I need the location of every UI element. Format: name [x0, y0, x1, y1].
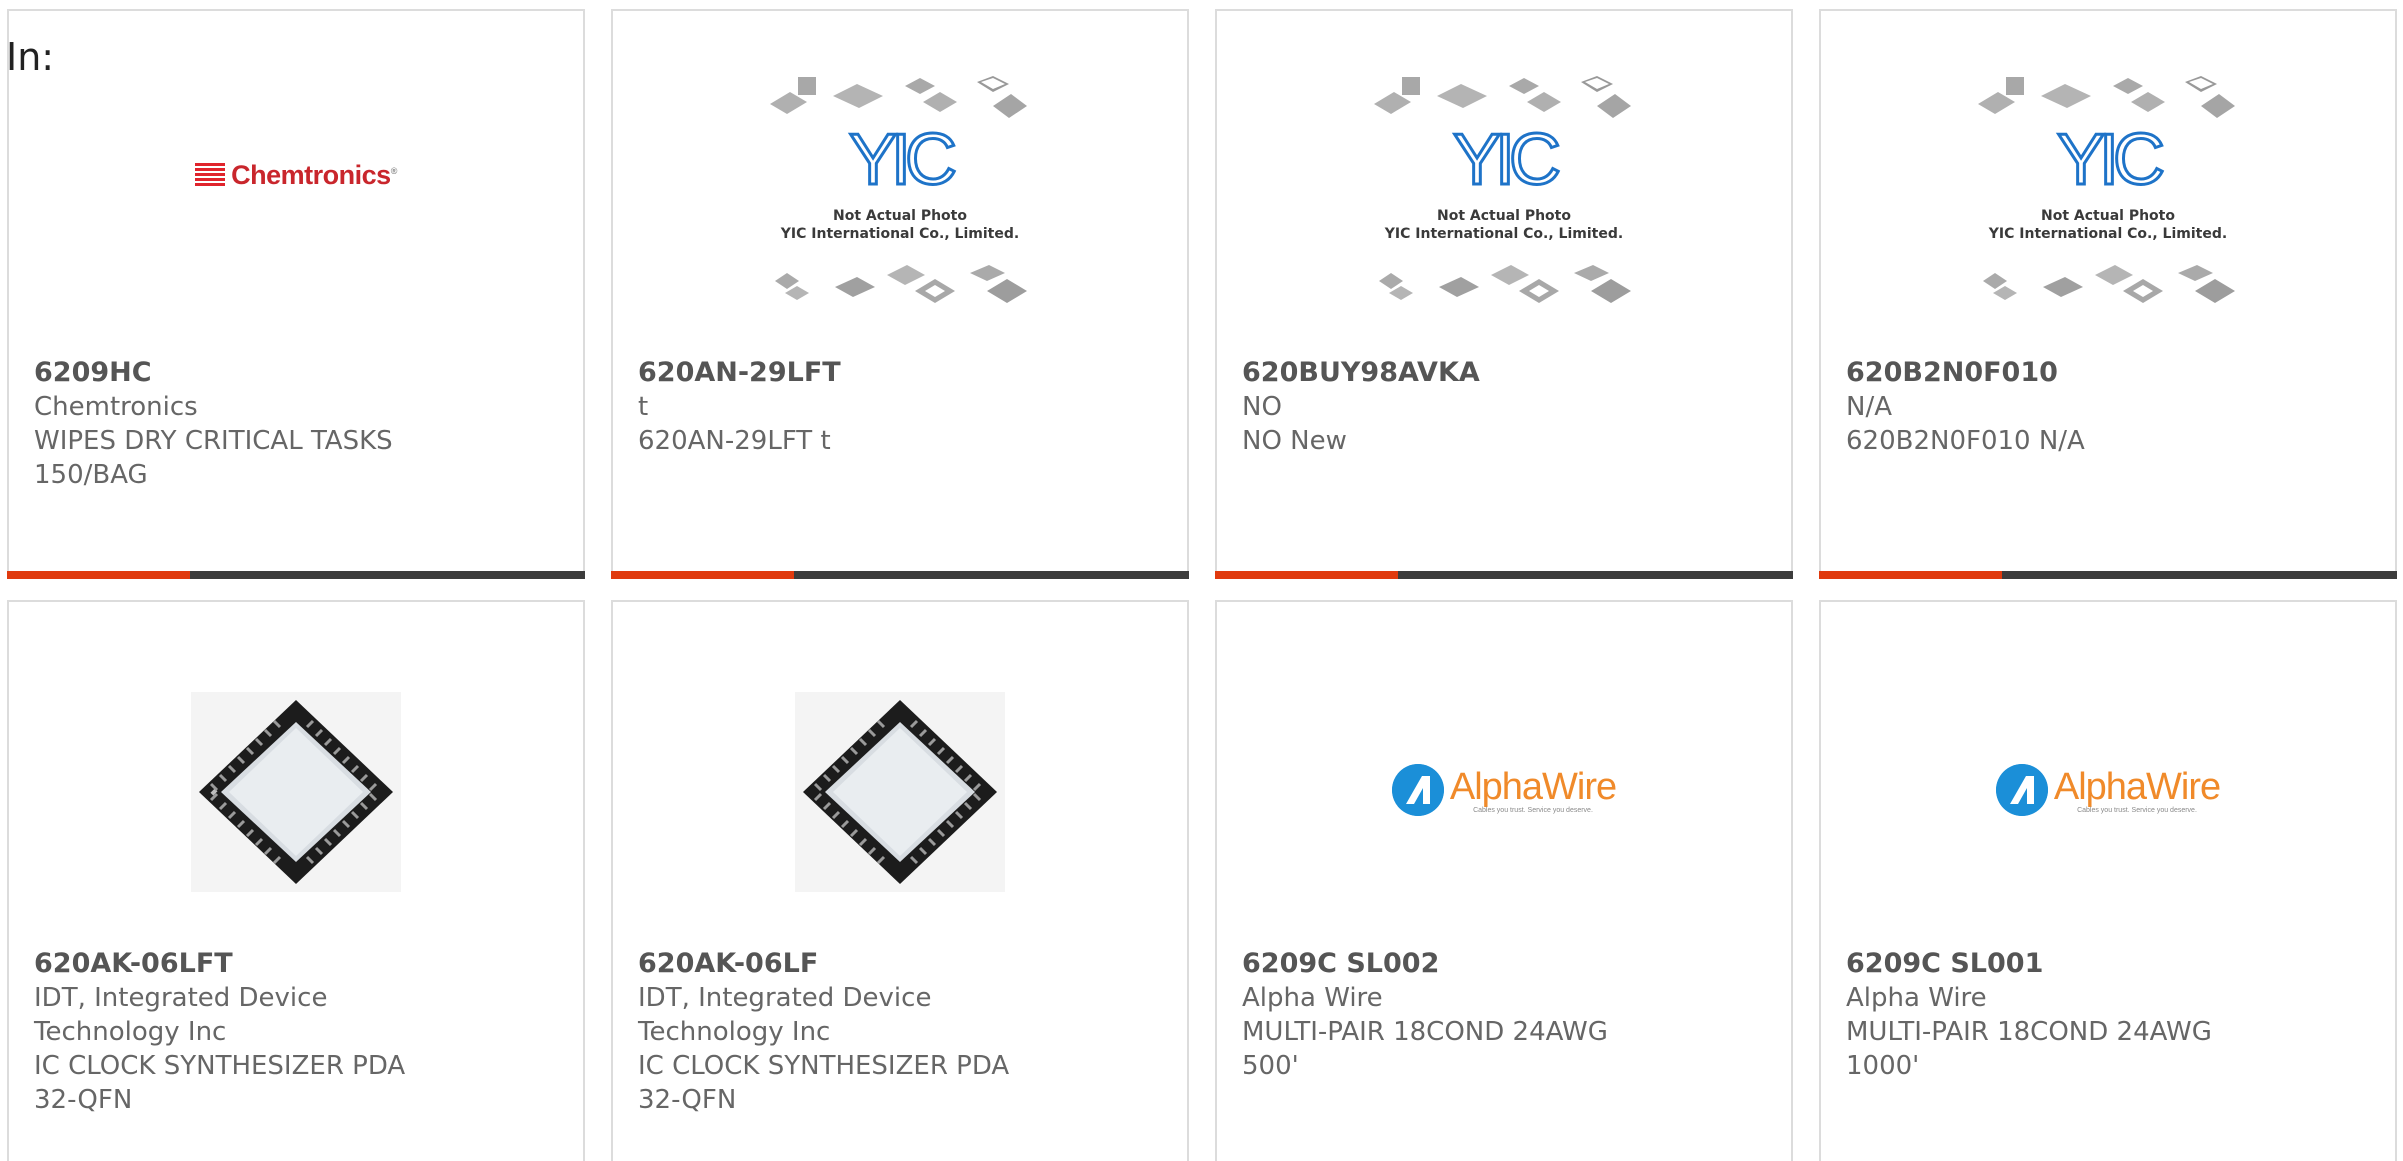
qfn-chip-icon: [795, 692, 1005, 892]
brand-name: IDT, Integrated Device Technology Inc: [34, 983, 328, 1047]
brand-name: t: [638, 392, 649, 422]
product-card[interactable]: AlphaWire Cables you trust. Service you …: [1215, 600, 1793, 1161]
brand-name: NO: [1242, 392, 1282, 422]
product-image[interactable]: YIC Not Actual Photo YIC International C…: [613, 71, 1187, 341]
part-number[interactable]: 6209HC: [34, 356, 454, 390]
product-image[interactable]: AlphaWire Cables you trust. Service you …: [1217, 662, 1791, 932]
chemtronics-mark-icon: [195, 163, 226, 187]
chips-icon: [770, 75, 1027, 118]
product-image[interactable]: [9, 662, 583, 932]
yic-logo: YIC: [1451, 119, 1562, 200]
product-description: IC CLOCK SYNTHESIZER PDA 32-QFN: [638, 1051, 1010, 1115]
part-number[interactable]: 6209C SL002: [1242, 947, 1662, 981]
product-image[interactable]: YIC Not Actual Photo YIC International C…: [1217, 71, 1791, 341]
alphawire-mark-icon: [1995, 764, 2048, 816]
product-card[interactable]: 620AK-06LF IDT, Integrated Device Techno…: [611, 600, 1189, 1161]
card-accent-bar: [7, 571, 190, 579]
product-card[interactable]: YIC Not Actual Photo YIC International C…: [611, 9, 1189, 579]
product-card[interactable]: Chemtronics® 6209HC Chemtronics WIPES DR…: [7, 9, 585, 579]
part-number[interactable]: 620B2N0F010: [1846, 356, 2266, 390]
product-info: 6209C SL002 Alpha Wire MULTI-PAIR 18COND…: [1242, 947, 1662, 1083]
card-accent-bar: [1819, 571, 2002, 579]
product-info: 6209HC Chemtronics WIPES DRY CRITICAL TA…: [34, 356, 454, 492]
part-number[interactable]: 620BUY98AVKA: [1242, 356, 1662, 390]
product-description: MULTI-PAIR 18COND 24AWG 1000': [1846, 1017, 2212, 1081]
brand-name: N/A: [1846, 392, 1892, 422]
chips-icon: [1374, 75, 1631, 118]
card-bottom-bar: [7, 571, 585, 579]
yic-placeholder-image: YIC Not Actual Photo YIC International C…: [765, 74, 1035, 314]
chips-icon: [1379, 264, 1631, 303]
chemtronics-logo: Chemtronics®: [195, 160, 397, 191]
brand-name: IDT, Integrated Device Technology Inc: [638, 983, 932, 1047]
chips-icon: [775, 264, 1027, 303]
chips-icon: [1978, 75, 2235, 118]
product-grid-page: In: Chemtronics® 6209HC Chemtronics WIPE…: [0, 0, 2403, 1161]
product-info: 620B2N0F010 N/A 620B2N0F010 N/A: [1846, 356, 2266, 458]
card-bottom-bar: [611, 571, 1189, 579]
product-card[interactable]: YIC Not Actual Photo YIC International C…: [1215, 9, 1793, 579]
part-number[interactable]: 620AN-29LFT: [638, 356, 1058, 390]
card-bottom-bar: [1215, 571, 1793, 579]
product-image[interactable]: Chemtronics®: [9, 71, 583, 341]
card-accent-bar: [1215, 571, 1398, 579]
product-card[interactable]: 620AK-06LFT IDT, Integrated Device Techn…: [7, 600, 585, 1161]
yic-logo: YIC: [2055, 119, 2166, 200]
product-info: 620BUY98AVKA NO NO New: [1242, 356, 1662, 458]
product-card[interactable]: YIC Not Actual Photo YIC International C…: [1819, 9, 2397, 579]
chips-icon: [1983, 264, 2235, 303]
alphawire-mark-icon: [1391, 764, 1444, 816]
product-info: 6209C SL001 Alpha Wire MULTI-PAIR 18COND…: [1846, 947, 2266, 1083]
brand-name: Chemtronics: [34, 392, 198, 422]
product-image[interactable]: [613, 662, 1187, 932]
product-description: 620B2N0F010 N/A: [1846, 426, 2085, 456]
alphawire-logo: AlphaWire Cables you trust. Service you …: [1391, 764, 1617, 816]
yic-logo: YIC: [847, 119, 958, 200]
product-description: IC CLOCK SYNTHESIZER PDA 32-QFN: [34, 1051, 406, 1115]
yic-placeholder-image: YIC Not Actual Photo YIC International C…: [1973, 74, 2243, 314]
in-label: In:: [6, 35, 55, 79]
product-description: NO New: [1242, 426, 1347, 456]
brand-name: Alpha Wire: [1846, 983, 1987, 1013]
product-card[interactable]: AlphaWire Cables you trust. Service you …: [1819, 600, 2397, 1161]
qfn-chip-icon: [191, 692, 401, 892]
part-number[interactable]: 620AK-06LFT: [34, 947, 454, 981]
card-accent-bar: [611, 571, 794, 579]
product-description: 620AN-29LFT t: [638, 426, 831, 456]
product-image[interactable]: YIC Not Actual Photo YIC International C…: [1821, 71, 2395, 341]
product-info: 620AN-29LFT t 620AN-29LFT t: [638, 356, 1058, 458]
product-image[interactable]: AlphaWire Cables you trust. Service you …: [1821, 662, 2395, 932]
alphawire-logo: AlphaWire Cables you trust. Service you …: [1995, 764, 2221, 816]
product-description: MULTI-PAIR 18COND 24AWG 500': [1242, 1017, 1608, 1081]
product-info: 620AK-06LF IDT, Integrated Device Techno…: [638, 947, 1058, 1117]
product-info: 620AK-06LFT IDT, Integrated Device Techn…: [34, 947, 454, 1117]
brand-name: Alpha Wire: [1242, 983, 1383, 1013]
part-number[interactable]: 620AK-06LF: [638, 947, 1058, 981]
card-bottom-bar: [1819, 571, 2397, 579]
part-number[interactable]: 6209C SL001: [1846, 947, 2266, 981]
product-description: WIPES DRY CRITICAL TASKS 150/BAG: [34, 426, 393, 490]
yic-placeholder-image: YIC Not Actual Photo YIC International C…: [1369, 74, 1639, 314]
